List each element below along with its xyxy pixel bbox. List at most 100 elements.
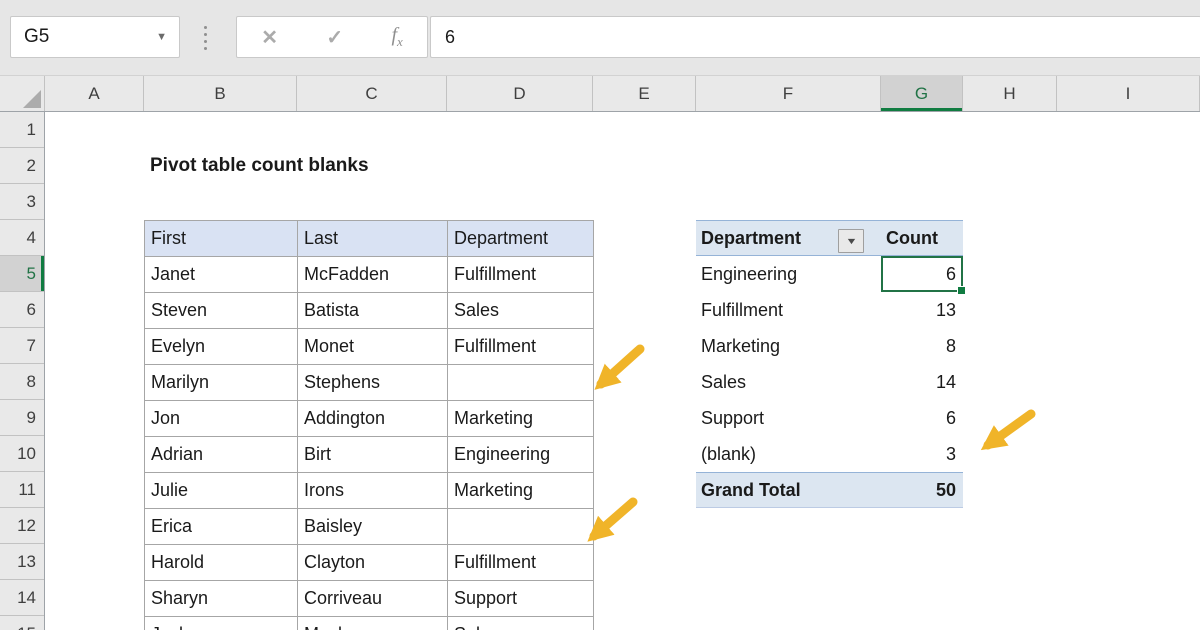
row-header-14[interactable]: 14 <box>0 580 44 616</box>
pivot-cell[interactable]: 8 <box>881 328 963 364</box>
table-row: Steven Batista Sales <box>145 293 594 329</box>
pivot-grand-total-label[interactable]: Grand Total <box>696 472 881 508</box>
source-table: First Last Department Janet McFadden Ful… <box>144 220 594 630</box>
table-row: Erica Baisley <box>145 509 594 545</box>
fill-handle[interactable] <box>957 286 966 295</box>
cell[interactable]: Sales <box>448 617 594 630</box>
col-header-f[interactable]: F <box>696 76 881 111</box>
cell[interactable]: Mackey <box>298 617 448 630</box>
cell[interactable]: Engineering <box>448 437 594 473</box>
chevron-down-icon[interactable]: ▼ <box>156 31 167 43</box>
select-all-button[interactable] <box>0 76 45 111</box>
source-header-department[interactable]: Department <box>448 221 594 257</box>
enter-icon[interactable]: ✓ <box>326 25 343 50</box>
pivot-cell[interactable]: 14 <box>881 364 963 400</box>
pivot-grand-total-count[interactable]: 50 <box>881 472 963 508</box>
cell[interactable]: Monet <box>298 329 448 365</box>
col-header-d[interactable]: D <box>447 76 593 111</box>
col-header-c[interactable]: C <box>297 76 447 111</box>
col-header-g-selected[interactable]: G <box>881 76 963 111</box>
row-header-10[interactable]: 10 <box>0 436 44 472</box>
pivot-row: Marketing 8 <box>696 328 963 364</box>
cell[interactable]: Julie <box>145 473 298 509</box>
row-header-13[interactable]: 13 <box>0 544 44 580</box>
cell[interactable]: Batista <box>298 293 448 329</box>
formula-bar-buttons: ✕ ✓ fx <box>236 16 428 58</box>
cell[interactable]: Marketing <box>448 401 594 437</box>
row-header-1[interactable]: 1 <box>0 112 44 148</box>
cancel-icon[interactable]: ✕ <box>261 25 278 50</box>
cell[interactable]: Baisley <box>298 509 448 545</box>
cell[interactable]: Corriveau <box>298 581 448 617</box>
cell[interactable]: Steven <box>145 293 298 329</box>
blank-cell-d12[interactable] <box>448 509 594 545</box>
row-header-5-selected[interactable]: 5 <box>0 256 44 292</box>
pivot-cell[interactable]: 6 <box>881 400 963 436</box>
row-header-3[interactable]: 3 <box>0 184 44 220</box>
pivot-cell[interactable]: Engineering <box>696 256 881 292</box>
cell[interactable]: Jon <box>145 401 298 437</box>
cell[interactable]: Irons <box>298 473 448 509</box>
cell[interactable]: Support <box>448 581 594 617</box>
pivot-cell-blank-label[interactable]: (blank) <box>696 436 881 472</box>
row-header-4[interactable]: 4 <box>0 220 44 256</box>
cell[interactable]: Stephens <box>298 365 448 401</box>
cell[interactable]: Marketing <box>448 473 594 509</box>
cell[interactable]: Fulfillment <box>448 257 594 293</box>
cell[interactable]: Jack <box>145 617 298 630</box>
row-header-15[interactable]: 15 <box>0 616 44 630</box>
cell[interactable]: Fulfillment <box>448 329 594 365</box>
filter-dropdown-button[interactable]: ▼ <box>838 229 864 253</box>
insert-function-icon[interactable]: fx <box>391 24 402 50</box>
row-header-11[interactable]: 11 <box>0 472 44 508</box>
blank-cell-d8[interactable] <box>448 365 594 401</box>
cell[interactable]: Birt <box>298 437 448 473</box>
pivot-cell-blank-count[interactable]: 3 <box>881 436 963 472</box>
source-header-first[interactable]: First <box>145 221 298 257</box>
col-header-h[interactable]: H <box>963 76 1057 111</box>
cell[interactable]: Clayton <box>298 545 448 581</box>
pivot-cell[interactable]: 13 <box>881 292 963 328</box>
row-header-2[interactable]: 2 <box>0 148 44 184</box>
cell[interactable]: Sales <box>448 293 594 329</box>
row-header-9[interactable]: 9 <box>0 400 44 436</box>
formula-bar-value: 6 <box>445 27 455 48</box>
source-header-row: First Last Department <box>145 221 594 257</box>
table-row: Harold Clayton Fulfillment <box>145 545 594 581</box>
pivot-cell[interactable]: Sales <box>696 364 881 400</box>
cell[interactable]: Fulfillment <box>448 545 594 581</box>
cell[interactable]: Evelyn <box>145 329 298 365</box>
row-header-7[interactable]: 7 <box>0 328 44 364</box>
row-header-strip: 1 2 3 4 5 6 7 8 9 10 11 12 13 14 15 <box>0 112 45 630</box>
pivot-header-count[interactable]: Count <box>881 220 963 256</box>
table-row: Marilyn Stephens <box>145 365 594 401</box>
row-header-8[interactable]: 8 <box>0 364 44 400</box>
formula-bar-input[interactable]: 6 <box>430 16 1200 58</box>
cell[interactable]: Sharyn <box>145 581 298 617</box>
col-header-e[interactable]: E <box>593 76 696 111</box>
table-row: Evelyn Monet Fulfillment <box>145 329 594 365</box>
formula-bar-drag-handle[interactable] <box>204 26 207 50</box>
col-header-b[interactable]: B <box>144 76 297 111</box>
row-header-12[interactable]: 12 <box>0 508 44 544</box>
cell[interactable]: McFadden <box>298 257 448 293</box>
cell[interactable]: Erica <box>145 509 298 545</box>
pivot-cell[interactable]: Support <box>696 400 881 436</box>
sheet-title-cell[interactable]: Pivot table count blanks <box>150 148 369 184</box>
source-header-last[interactable]: Last <box>298 221 448 257</box>
cell[interactable]: Adrian <box>145 437 298 473</box>
cell[interactable]: Addington <box>298 401 448 437</box>
name-box-value: G5 <box>24 26 49 48</box>
pivot-cell[interactable]: Marketing <box>696 328 881 364</box>
pivot-row: Sales 14 <box>696 364 963 400</box>
pivot-cell[interactable]: Fulfillment <box>696 292 881 328</box>
name-box[interactable]: G5 ▼ <box>10 16 180 58</box>
row-header-6[interactable]: 6 <box>0 292 44 328</box>
pivot-row-blank: (blank) 3 <box>696 436 963 472</box>
col-header-a[interactable]: A <box>45 76 144 111</box>
table-row: Janet McFadden Fulfillment <box>145 257 594 293</box>
cell[interactable]: Janet <box>145 257 298 293</box>
cell[interactable]: Harold <box>145 545 298 581</box>
cell[interactable]: Marilyn <box>145 365 298 401</box>
col-header-i[interactable]: I <box>1057 76 1200 111</box>
